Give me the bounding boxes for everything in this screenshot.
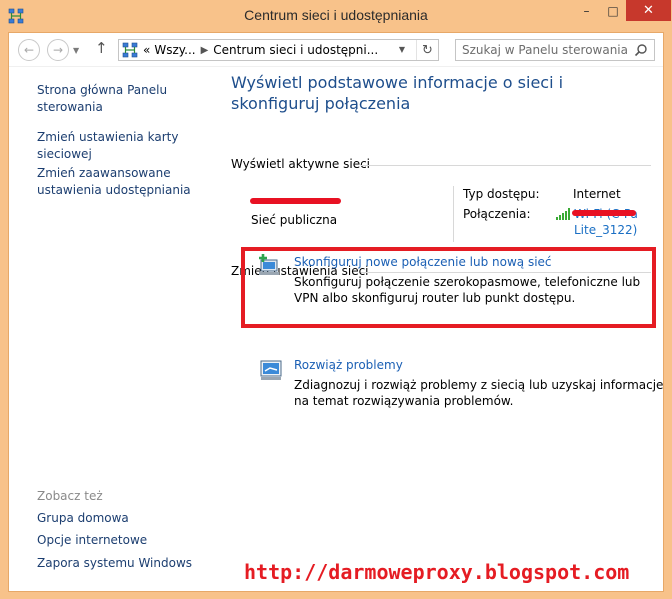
connections-label: Połączenia: [463, 207, 531, 221]
explorer-window: ← → ▼ ↑ « Wszy... ▶ Centrum sieci i udos… [8, 32, 664, 592]
page-title: Wyświetl podstawowe informacje o sieci i… [231, 73, 564, 113]
section-divider [361, 165, 651, 166]
title-bar: Centrum sieci i udostępniania – □ ✕ [0, 0, 672, 32]
see-also-windows-firewall[interactable]: Zapora systemu Windows [37, 555, 207, 572]
access-type-label: Typ dostępu: [463, 187, 540, 201]
back-button[interactable]: ← [18, 39, 40, 61]
up-button[interactable]: ↑ [95, 39, 108, 57]
breadcrumb-item[interactable]: Wszy... [154, 43, 195, 57]
active-networks-label: Wyświetl aktywne sieci [231, 157, 371, 171]
breadcrumb-item-current[interactable]: Centrum sieci i udostępni... [213, 43, 378, 57]
maximize-button[interactable]: □ [600, 0, 626, 21]
vertical-divider [453, 186, 454, 242]
access-type-value: Internet [573, 187, 621, 201]
navigation-bar: ← → ▼ ↑ « Wszy... ▶ Centrum sieci i udos… [9, 33, 663, 67]
connection-link-line2[interactable]: Lite_3122) [574, 223, 637, 237]
setup-connection-description: Skonfiguruj połączenie szerokopasmowe, t… [294, 275, 641, 305]
sidebar: Strona główna Panelu sterowania Zmień us… [9, 68, 219, 592]
sidebar-item-control-panel-home[interactable]: Strona główna Panelu sterowania [37, 82, 207, 116]
troubleshoot-link[interactable]: Rozwiąż problemy [294, 358, 403, 372]
redacted-connection-name [572, 210, 636, 216]
setup-connection-link[interactable]: Skonfiguruj nowe połączenie lub nową sie… [294, 255, 552, 269]
troubleshoot-icon[interactable] [259, 358, 283, 382]
troubleshoot-description: Zdiagnozuj i rozwiąż problemy z siecią l… [294, 378, 664, 408]
breadcrumb-overflow[interactable]: « [143, 43, 150, 57]
sidebar-item-adapter-settings[interactable]: Zmień ustawienia karty sieciowej [37, 129, 207, 163]
forward-button[interactable]: → [47, 39, 69, 61]
see-also-homegroup[interactable]: Grupa domowa [37, 510, 207, 527]
search-input[interactable] [462, 43, 632, 57]
sidebar-item-advanced-sharing[interactable]: Zmień zaawansowane ustawienia udostępnia… [37, 165, 207, 199]
main-content: Wyświetl podstawowe informacje o sieci i… [219, 68, 663, 592]
new-connection-icon[interactable] [257, 253, 281, 277]
refresh-button[interactable]: ↻ [416, 40, 438, 60]
recent-locations-chevron-icon[interactable]: ▼ [73, 46, 79, 55]
network-type: Sieć publiczna [251, 213, 338, 227]
wifi-signal-icon [556, 208, 570, 220]
search-box[interactable] [455, 39, 655, 61]
watermark-text: http://darmoweproxy.blogspot.com [244, 560, 630, 584]
breadcrumb-separator-icon: ▶ [200, 44, 209, 56]
redacted-network-name [250, 198, 341, 204]
see-also-label: Zobacz też [37, 489, 103, 503]
close-button[interactable]: ✕ [626, 0, 671, 21]
search-icon[interactable] [634, 43, 648, 57]
network-center-icon [122, 42, 138, 58]
see-also-internet-options[interactable]: Opcje internetowe [37, 532, 207, 549]
window-title: Centrum sieci i udostępniania [244, 7, 428, 23]
address-bar[interactable]: « Wszy... ▶ Centrum sieci i udostępni...… [118, 39, 439, 61]
address-dropdown-icon[interactable]: ▼ [399, 45, 405, 54]
minimize-button[interactable]: – [573, 0, 600, 21]
